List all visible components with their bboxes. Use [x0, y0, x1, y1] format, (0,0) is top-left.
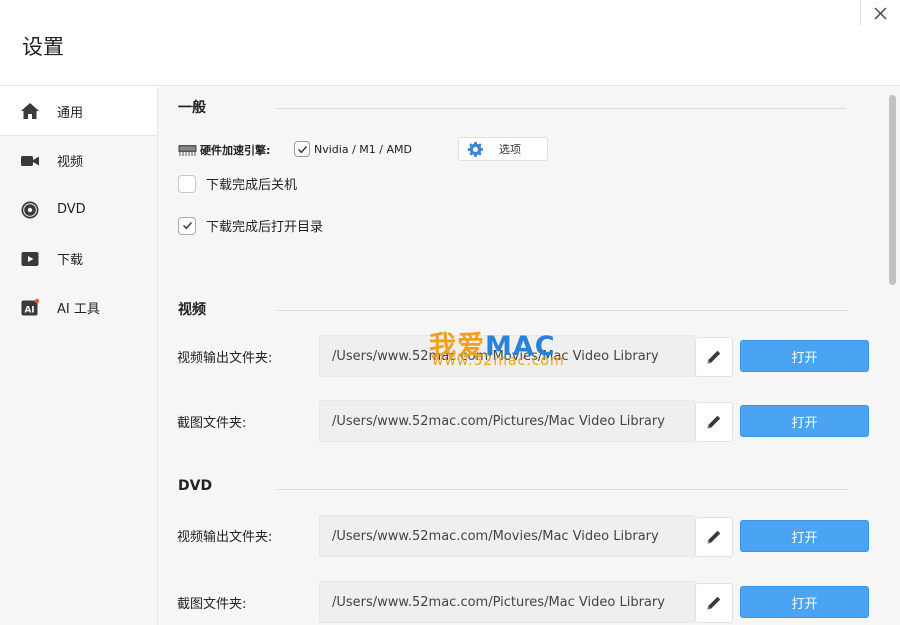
checkmark-icon [182, 222, 192, 230]
pencil-icon [707, 350, 721, 364]
gpu-chip-icon [178, 145, 197, 156]
video-screenshot-folder-field[interactable]: /Users/www.52mac.com/Pictures/Mac Video … [319, 400, 695, 442]
open-folder-after-download-option[interactable]: 下载完成后打开目录 [178, 216, 323, 235]
section-title-dvd: DVD [178, 478, 213, 494]
sidebar-item-general[interactable]: 通用 [0, 87, 157, 136]
open-folder-after-download-label: 下载完成后打开目录 [206, 220, 324, 235]
hardware-gpu-checkbox[interactable] [294, 141, 310, 157]
window-title: 设置 [22, 35, 64, 59]
dvd-screenshot-folder-open-button[interactable]: 打开 [740, 586, 869, 618]
scrollbar-thumb[interactable] [889, 95, 896, 285]
shutdown-after-download-checkbox[interactable] [178, 174, 196, 193]
hardware-acceleration-row: 硬件加速引擎: Nvidia / M1 / AMD [178, 141, 412, 159]
title-bar: 设置 [0, 0, 900, 86]
video-screenshot-folder-edit-button[interactable] [695, 402, 733, 442]
video-output-folder-edit-button[interactable] [695, 337, 733, 377]
hardware-acceleration-label: 硬件加速引擎: [200, 144, 271, 157]
dvd-output-folder-field[interactable]: /Users/www.52mac.com/Movies/Mac Video Li… [319, 515, 695, 557]
video-camera-icon [20, 151, 40, 171]
dvd-output-folder-edit-button[interactable] [695, 517, 733, 557]
dvd-screenshot-folder-edit-button[interactable] [695, 583, 733, 623]
sidebar-item-label: AI 工具 [57, 302, 100, 317]
dvd-output-folder-open-button[interactable]: 打开 [740, 520, 869, 552]
section-divider [276, 489, 848, 490]
video-output-folder-label: 视频输出文件夹: [177, 351, 273, 366]
vertical-scrollbar[interactable] [885, 87, 900, 625]
pencil-icon [707, 415, 721, 429]
sidebar: 通用 视频 DVD 下载 AI AI 工具 [0, 87, 157, 625]
sidebar-item-download[interactable]: 下载 [0, 234, 157, 283]
watermark-url: www.52mac.com [432, 353, 565, 369]
video-screenshot-folder-open-button[interactable]: 打开 [740, 405, 869, 437]
sidebar-item-dvd[interactable]: DVD [0, 185, 157, 234]
hardware-gpu-label: Nvidia / M1 / AMD [314, 142, 412, 156]
home-icon [20, 101, 40, 121]
sidebar-item-label: DVD [57, 202, 86, 217]
pencil-icon [707, 596, 721, 610]
dvd-screenshot-folder-label: 截图文件夹: [177, 597, 247, 612]
shutdown-after-download-option[interactable]: 下载完成后关机 [178, 174, 297, 193]
sidebar-item-video[interactable]: 视频 [0, 136, 157, 185]
video-screenshot-folder-label: 截图文件夹: [177, 416, 247, 431]
hardware-gpu-option[interactable]: Nvidia / M1 / AMD [294, 141, 412, 157]
section-title-video: 视频 [178, 302, 206, 318]
hardware-options-label: 选项 [499, 143, 521, 156]
ai-icon: AI [20, 298, 40, 318]
sidebar-item-label: 通用 [57, 105, 84, 121]
sidebar-item-label: 下载 [57, 253, 84, 268]
close-button[interactable] [860, 0, 900, 26]
video-output-folder-open-button[interactable]: 打开 [740, 340, 869, 372]
disc-icon [20, 200, 40, 220]
open-folder-after-download-checkbox[interactable] [178, 216, 196, 235]
sidebar-item-ai-tools[interactable]: AI AI 工具 [0, 283, 157, 332]
dvd-screenshot-folder-field[interactable]: /Users/www.52mac.com/Pictures/Mac Video … [319, 581, 695, 623]
pencil-icon [707, 530, 721, 544]
gear-icon [467, 141, 484, 157]
dvd-output-folder-label: 视频输出文件夹: [177, 530, 273, 545]
play-icon [20, 249, 40, 269]
watermark-logo: 我爱MAC www.52mac.com [429, 324, 569, 372]
svg-text:AI: AI [24, 305, 34, 315]
section-title-general: 一般 [178, 100, 206, 116]
checkmark-icon [297, 145, 307, 153]
section-divider [276, 108, 846, 109]
shutdown-after-download-label: 下载完成后关机 [206, 178, 298, 193]
sidebar-item-label: 视频 [57, 155, 84, 170]
settings-content: 一般 硬件加速引擎: Nvidia / M1 / AMD 选项 下载完成后关机 [157, 87, 885, 625]
section-divider [276, 310, 848, 311]
hardware-options-button[interactable]: 选项 [458, 137, 548, 161]
close-icon [874, 7, 887, 19]
